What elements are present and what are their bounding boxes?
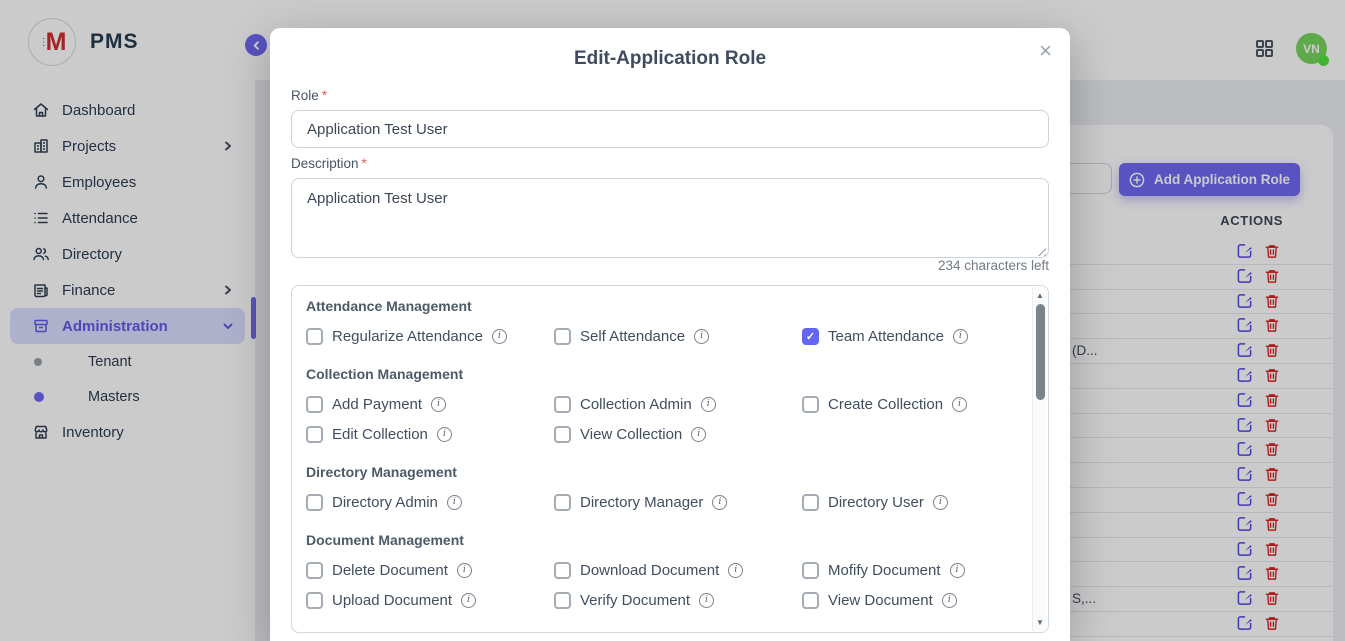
checkbox[interactable] — [802, 328, 819, 345]
checkbox[interactable] — [554, 426, 571, 443]
permissions-scrollbar[interactable]: ▲ ▼ — [1032, 287, 1047, 631]
permission-item[interactable]: Directory Manager — [554, 490, 802, 514]
checkbox[interactable] — [554, 592, 571, 609]
info-icon[interactable] — [457, 563, 472, 578]
checkbox-label: Regularize Attendance — [332, 328, 483, 345]
description-textarea[interactable] — [291, 178, 1049, 258]
info-icon[interactable] — [699, 593, 714, 608]
characters-left-counter: 234 characters left — [938, 258, 1049, 273]
info-icon[interactable] — [437, 427, 452, 442]
checkbox-label: Add Payment — [332, 396, 422, 413]
info-icon[interactable] — [952, 397, 967, 412]
checkbox[interactable] — [802, 396, 819, 413]
info-icon[interactable] — [701, 397, 716, 412]
info-icon[interactable] — [691, 427, 706, 442]
permission-item[interactable]: Directory User — [802, 490, 1026, 514]
checkbox[interactable] — [306, 562, 323, 579]
permission-item[interactable]: Self Attendance — [554, 324, 802, 348]
permission-item[interactable]: Mofify Document — [802, 558, 1026, 582]
info-icon[interactable] — [431, 397, 446, 412]
checkbox[interactable] — [802, 592, 819, 609]
section-title: Directory Management — [306, 464, 1026, 484]
info-icon[interactable] — [950, 563, 965, 578]
checkbox-label: Directory Admin — [332, 494, 438, 511]
modal-title: Edit-Application Role — [270, 48, 1070, 70]
checkbox[interactable] — [306, 592, 323, 609]
section-items: Regularize Attendance Self Attendance — [306, 324, 1026, 348]
permission-item[interactable]: Delete Document — [306, 558, 554, 582]
checkbox[interactable] — [554, 494, 571, 511]
permission-item[interactable]: View Collection — [554, 422, 802, 446]
permission-item[interactable]: View Document — [802, 588, 1026, 612]
info-icon[interactable] — [447, 495, 462, 510]
permission-item[interactable]: Directory Admin — [306, 490, 554, 514]
checkbox-label: Download Document — [580, 562, 719, 579]
info-icon[interactable] — [712, 495, 727, 510]
permission-section-collection: Collection Management Add Payment — [306, 348, 1026, 446]
permission-section-attendance: Attendance Management Regularize Attenda… — [306, 298, 1026, 348]
checkbox-label: Directory User — [828, 494, 924, 511]
info-icon[interactable] — [492, 329, 507, 344]
checkbox-label: View Document — [828, 592, 933, 609]
info-icon[interactable] — [933, 495, 948, 510]
permissions-list: Attendance Management Regularize Attenda… — [306, 286, 1026, 632]
required-asterisk: * — [362, 156, 367, 171]
checkbox-label: Directory Manager — [580, 494, 703, 511]
close-icon[interactable]: × — [1035, 36, 1056, 66]
permission-item[interactable]: Upload Document — [306, 588, 554, 612]
role-input[interactable] — [291, 110, 1049, 148]
checkbox-label: Team Attendance — [828, 328, 944, 345]
checkbox-label: Create Collection — [828, 396, 943, 413]
checkbox-label: Mofify Document — [828, 562, 941, 579]
info-icon[interactable] — [953, 329, 968, 344]
permissions-panel: Attendance Management Regularize Attenda… — [291, 285, 1049, 633]
section-title: Attendance Management — [306, 298, 1026, 318]
checkbox[interactable] — [802, 494, 819, 511]
checkbox-label: View Collection — [580, 426, 682, 443]
role-field-label: Role* — [291, 88, 327, 103]
checkbox[interactable] — [306, 494, 323, 511]
scroll-up-arrow-icon[interactable]: ▲ — [1033, 291, 1047, 300]
permission-item[interactable]: Create Collection — [802, 392, 1026, 416]
edit-application-role-modal: Edit-Application Role × Role* Descriptio… — [270, 28, 1070, 641]
checkbox[interactable] — [306, 328, 323, 345]
section-items: Delete Document Download Document — [306, 558, 1026, 612]
checkbox[interactable] — [554, 562, 571, 579]
section-items: Directory Admin Directory Manager — [306, 490, 1026, 514]
checkbox-label: Verify Document — [580, 592, 690, 609]
permission-section-document: Document Management Delete Document — [306, 514, 1026, 612]
section-items: Add Payment Collection Admin — [306, 392, 1026, 446]
permission-item[interactable]: Verify Document — [554, 588, 802, 612]
checkbox[interactable] — [306, 426, 323, 443]
checkbox[interactable] — [554, 396, 571, 413]
checkbox-label: Self Attendance — [580, 328, 685, 345]
checkbox-label: Upload Document — [332, 592, 452, 609]
permission-item[interactable]: Team Attendance — [802, 324, 1026, 348]
permission-item[interactable]: Download Document — [554, 558, 802, 582]
checkbox[interactable] — [554, 328, 571, 345]
permission-section-directory: Directory Management Directory Admin — [306, 446, 1026, 514]
checkbox-label: Collection Admin — [580, 396, 692, 413]
checkbox-label: Delete Document — [332, 562, 448, 579]
permission-item[interactable]: Add Payment — [306, 392, 554, 416]
info-icon[interactable] — [728, 563, 743, 578]
checkbox-label: Edit Collection — [332, 426, 428, 443]
required-asterisk: * — [322, 88, 327, 103]
scroll-down-arrow-icon[interactable]: ▼ — [1033, 618, 1047, 627]
section-title: Collection Management — [306, 366, 1026, 386]
section-title: Document Management — [306, 532, 1026, 552]
info-icon[interactable] — [694, 329, 709, 344]
info-icon[interactable] — [942, 593, 957, 608]
checkbox[interactable] — [802, 562, 819, 579]
permission-item[interactable]: Edit Collection — [306, 422, 554, 446]
info-icon[interactable] — [461, 593, 476, 608]
description-field-label: Description* — [291, 156, 367, 171]
permission-item[interactable]: Regularize Attendance — [306, 324, 554, 348]
permission-item[interactable]: Collection Admin — [554, 392, 802, 416]
checkbox[interactable] — [306, 396, 323, 413]
scrollbar-thumb[interactable] — [1036, 304, 1045, 400]
application-window: ⋮ M PMS Dashboard Projects Employees Att… — [0, 0, 1345, 641]
